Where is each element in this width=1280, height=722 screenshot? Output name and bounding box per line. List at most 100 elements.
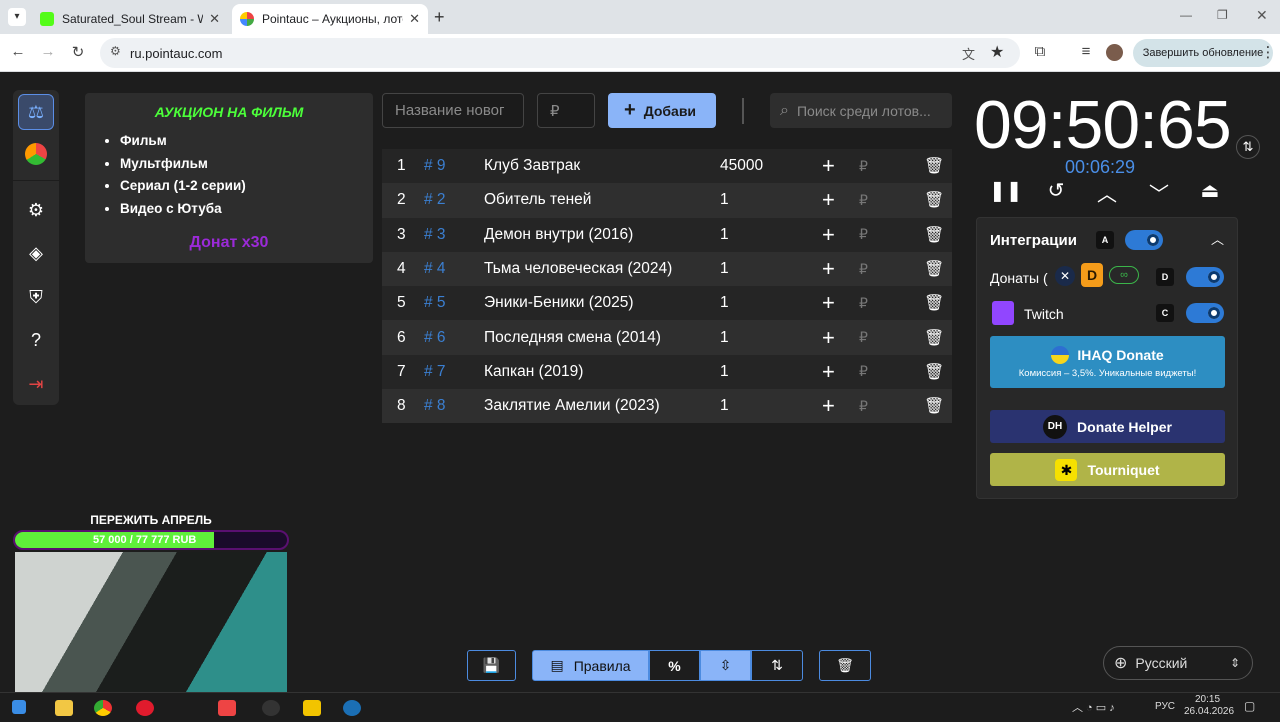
lot-name[interactable]: Заклятие Амелии (2023) bbox=[484, 397, 660, 415]
settings-icon[interactable]: ⚙ bbox=[18, 192, 54, 228]
plus-icon[interactable]: + bbox=[822, 256, 835, 282]
lot-amount[interactable]: 1 bbox=[720, 294, 729, 312]
lot-id[interactable]: # 4 bbox=[424, 260, 446, 278]
ihaq-donate-button[interactable]: IHAQ Donate Комиссия – 3,5%. Уникальные … bbox=[990, 336, 1225, 388]
lot-amount[interactable]: 1 bbox=[720, 260, 729, 278]
lot-id[interactable]: # 2 bbox=[424, 191, 446, 209]
lot-name[interactable]: Демон внутри (2016) bbox=[484, 226, 633, 244]
lot-amount[interactable]: 1 bbox=[720, 363, 729, 381]
add-lot-button[interactable]: + Добави bbox=[608, 93, 716, 128]
profile-avatar[interactable] bbox=[1106, 44, 1123, 61]
chrome-icon[interactable] bbox=[94, 700, 112, 716]
logout-icon[interactable]: ⇥ bbox=[18, 366, 54, 402]
lot-id[interactable]: # 5 bbox=[424, 294, 446, 312]
plus-icon[interactable]: + bbox=[822, 153, 835, 179]
lot-name[interactable]: Эники-Беники (2025) bbox=[484, 294, 634, 312]
amount-input[interactable]: ₽ bbox=[537, 93, 595, 128]
nav-wheel-icon[interactable] bbox=[18, 136, 54, 172]
media-controls-icon[interactable]: ≡ bbox=[1076, 43, 1096, 60]
swap-icon[interactable]: ⇅ bbox=[1236, 135, 1260, 159]
window-close-button[interactable]: ✕ bbox=[1256, 7, 1268, 24]
lot-amount[interactable]: 1 bbox=[720, 191, 729, 209]
explorer-icon[interactable] bbox=[55, 700, 73, 716]
plus-icon[interactable]: + bbox=[822, 222, 835, 248]
lot-currency[interactable]: ₽ bbox=[859, 329, 868, 346]
lot-amount[interactable]: 1 bbox=[720, 397, 729, 415]
lot-name[interactable]: Капкан (2019) bbox=[484, 363, 583, 381]
lot-amount[interactable]: 1 bbox=[720, 226, 729, 244]
site-info-icon[interactable]: ⚙ bbox=[110, 44, 121, 58]
lot-name[interactable]: Тьма человеческая (2024) bbox=[484, 260, 672, 278]
lot-currency[interactable]: ₽ bbox=[859, 192, 868, 209]
menu-icon[interactable]: ⋮ bbox=[1258, 43, 1278, 61]
rules-button[interactable]: ▤ Правила bbox=[532, 650, 649, 681]
lot-name[interactable]: Последняя смена (2014) bbox=[484, 329, 661, 347]
headphones-icon[interactable] bbox=[303, 700, 321, 716]
lot-amount[interactable]: 1 bbox=[720, 329, 729, 347]
reload-icon[interactable]: ↻ bbox=[68, 43, 88, 61]
translate-icon[interactable]: 文 bbox=[962, 44, 975, 63]
notifications-icon[interactable]: ▢ bbox=[1244, 699, 1255, 713]
sort-button[interactable]: ⇅ bbox=[751, 650, 803, 681]
donate-helper-button[interactable]: DH Donate Helper bbox=[990, 410, 1225, 443]
tab-search-button[interactable]: ▾ bbox=[8, 8, 26, 26]
plus-icon[interactable]: + bbox=[822, 359, 835, 385]
close-icon[interactable]: ✕ bbox=[409, 11, 420, 27]
trash-icon[interactable]: 🗑 bbox=[924, 156, 944, 176]
trash-icon[interactable]: 🗑 bbox=[924, 225, 944, 245]
lot-currency[interactable]: ₽ bbox=[859, 295, 868, 312]
new-lot-input[interactable]: Название новог bbox=[382, 93, 524, 128]
lot-id[interactable]: # 3 bbox=[424, 226, 446, 244]
reset-icon[interactable]: ↺ bbox=[1041, 178, 1071, 203]
trash-icon[interactable]: 🗑 bbox=[924, 190, 944, 210]
collapse-icon[interactable]: ︿ bbox=[1211, 229, 1224, 248]
lot-currency[interactable]: ₽ bbox=[859, 261, 868, 278]
new-tab-button[interactable]: + bbox=[434, 7, 445, 28]
lot-name[interactable]: Клуб Завтрак bbox=[484, 157, 580, 175]
extensions-icon[interactable]: ⧉ bbox=[1030, 43, 1050, 60]
help-icon[interactable]: ? bbox=[18, 322, 54, 358]
language-select[interactable]: ⊕ Русский ⇕ bbox=[1103, 646, 1253, 680]
back-icon[interactable]: ← bbox=[8, 43, 28, 60]
plus-icon[interactable]: + bbox=[822, 325, 835, 351]
shield-icon[interactable]: ⛨ bbox=[18, 279, 54, 315]
layers-icon[interactable]: ◈ bbox=[18, 235, 54, 271]
clear-button[interactable]: 🗑 bbox=[819, 650, 871, 681]
lot-currency[interactable]: ₽ bbox=[859, 398, 868, 415]
tourniquet-button[interactable]: ✱ Tourniquet bbox=[990, 453, 1225, 486]
save-button[interactable]: 💾 bbox=[467, 650, 516, 681]
lot-id[interactable]: # 8 bbox=[424, 397, 446, 415]
trash-icon[interactable]: 🗑 bbox=[924, 396, 944, 416]
plus-icon[interactable]: + bbox=[822, 290, 835, 316]
timer-up-icon[interactable]: ⏏ bbox=[1195, 178, 1225, 203]
start-icon[interactable] bbox=[12, 700, 26, 714]
lot-amount[interactable]: 45000 bbox=[720, 157, 763, 175]
twitch-toggle[interactable] bbox=[1186, 303, 1224, 323]
integrations-toggle[interactable] bbox=[1125, 230, 1163, 250]
clock-date[interactable]: 26.04.2026 bbox=[1184, 706, 1234, 717]
lot-name[interactable]: Обитель теней bbox=[484, 191, 591, 209]
obs-icon[interactable] bbox=[262, 700, 280, 716]
lot-id[interactable]: # 7 bbox=[424, 363, 446, 381]
close-icon[interactable]: ✕ bbox=[209, 11, 220, 27]
opera-icon[interactable] bbox=[136, 700, 154, 716]
percent-button[interactable]: % bbox=[649, 650, 700, 681]
tab-pointauc[interactable]: Pointauc – Аукционы, лотереи ✕ bbox=[232, 4, 428, 34]
bookmark-star-icon[interactable]: ★ bbox=[990, 42, 1004, 62]
search-input[interactable]: ⌕ Поиск среди лотов... bbox=[770, 93, 952, 128]
restore-button[interactable]: ❐ bbox=[1217, 8, 1228, 22]
donations-toggle[interactable] bbox=[1186, 267, 1224, 287]
tray-icons[interactable]: ︿ ◔ ▭ ♪ bbox=[1072, 699, 1115, 715]
lot-currency[interactable]: ₽ bbox=[859, 363, 868, 380]
pause-icon[interactable]: ❚❚ bbox=[989, 178, 1023, 203]
plus-icon[interactable]: + bbox=[822, 393, 835, 419]
trash-icon[interactable]: 🗑 bbox=[924, 328, 944, 348]
chevron-up-icon[interactable]: ︿ bbox=[1092, 178, 1122, 207]
clock-time[interactable]: 20:15 bbox=[1195, 694, 1220, 705]
trash-icon[interactable]: 🗑 bbox=[924, 259, 944, 279]
forward-icon[interactable]: → bbox=[38, 43, 58, 60]
compress-button[interactable]: ⇳ bbox=[700, 650, 751, 681]
address-bar[interactable]: ⚙ ru.pointauc.com 文 ★ bbox=[100, 38, 1020, 68]
lot-currency[interactable]: ₽ bbox=[859, 226, 868, 243]
plus-icon[interactable]: + bbox=[822, 187, 835, 213]
